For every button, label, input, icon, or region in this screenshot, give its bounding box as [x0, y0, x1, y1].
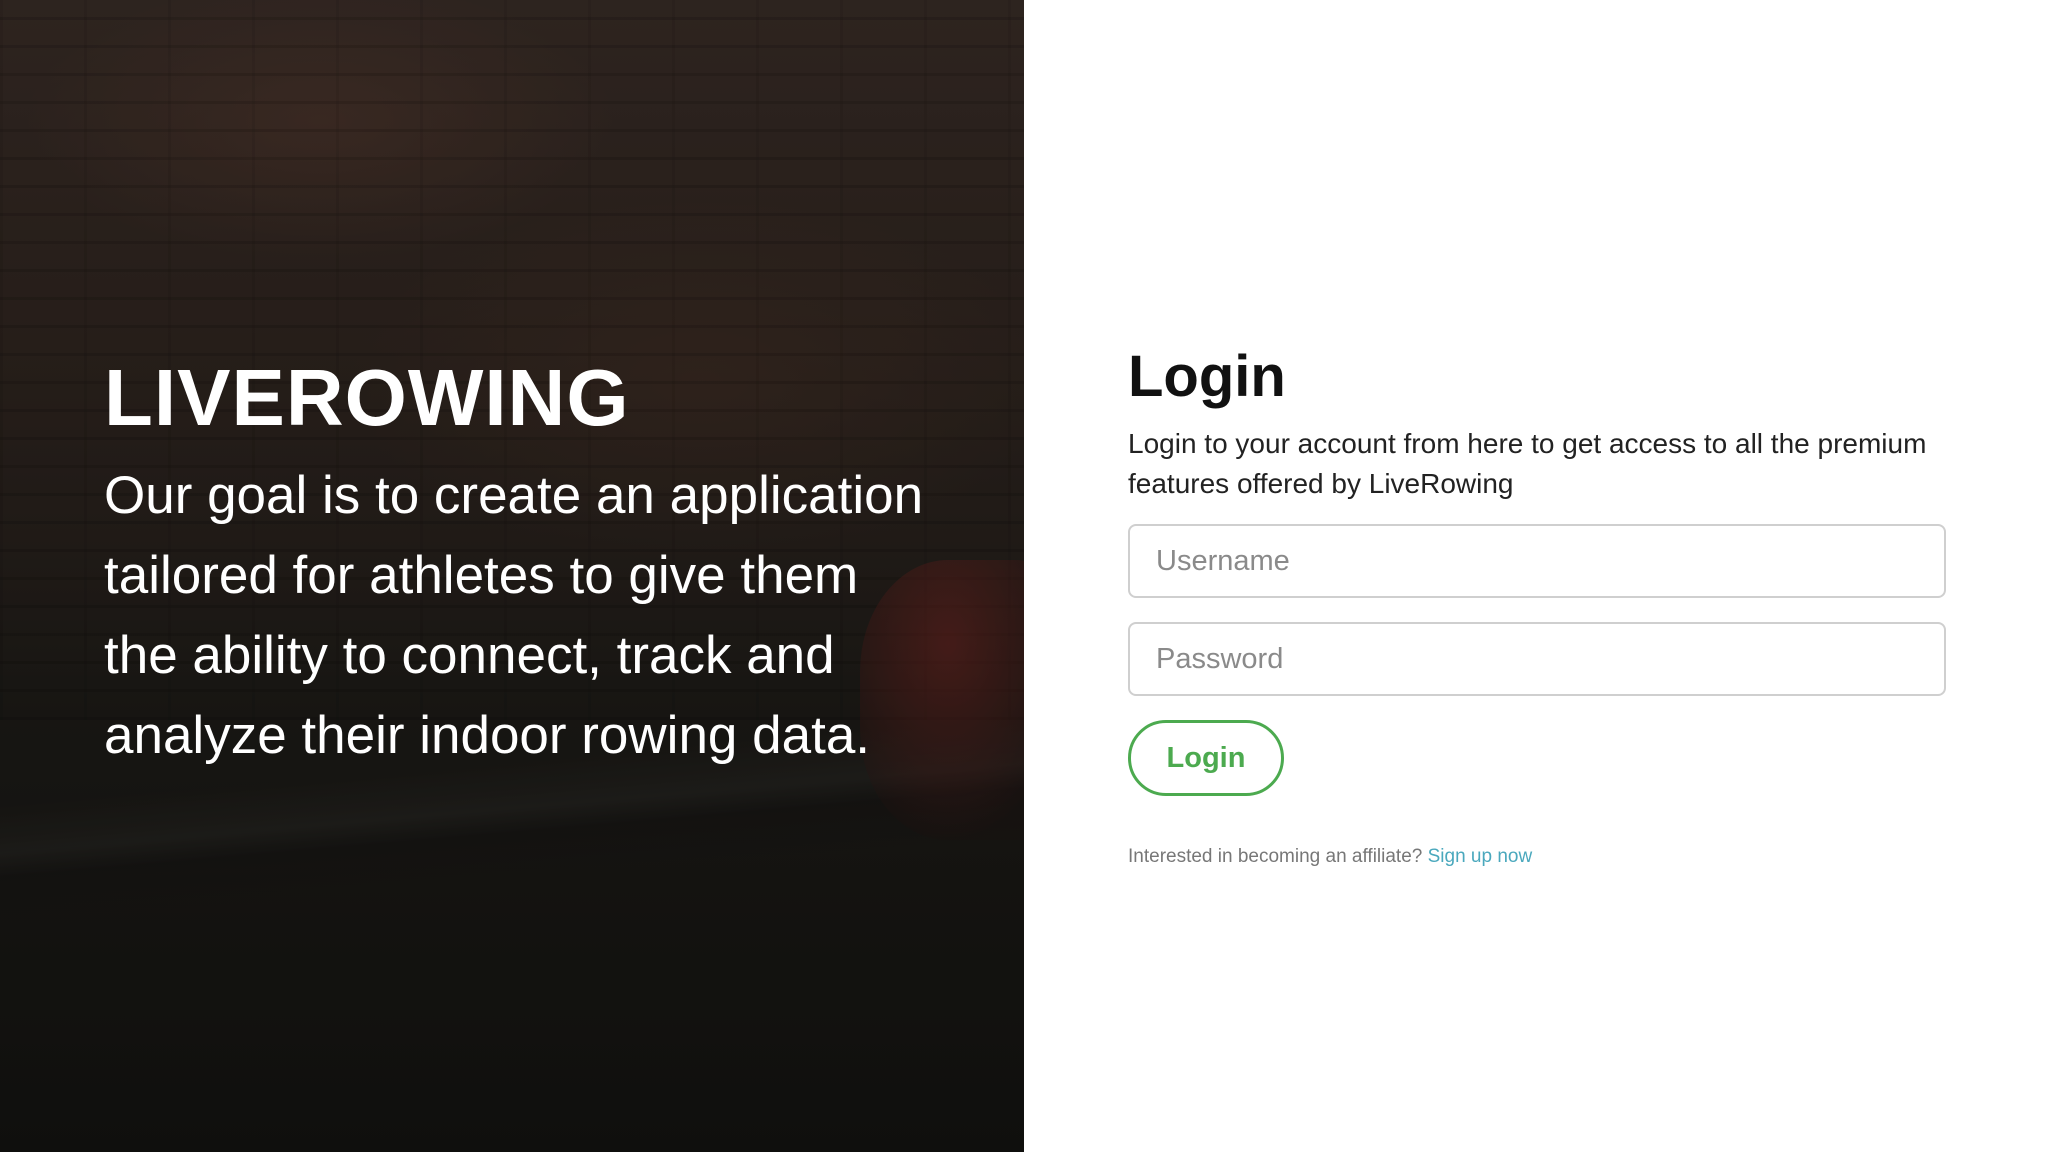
brand-title: LIVEROWING: [104, 353, 630, 442]
login-description: Login to your account from here to get a…: [1128, 428, 1927, 499]
login-page: LIVEROWING Our goal is to create an appl…: [0, 0, 2048, 1152]
password-input[interactable]: [1128, 622, 1946, 696]
hero-panel: LIVEROWING Our goal is to create an appl…: [0, 0, 1024, 1152]
login-form: Login Login to your account from here to…: [1128, 342, 1946, 868]
login-button[interactable]: Login: [1128, 720, 1284, 796]
username-input[interactable]: [1128, 524, 1946, 598]
hero-content: LIVEROWING Our goal is to create an appl…: [104, 350, 924, 776]
mission-statement: Our goal is to create an application tai…: [104, 466, 924, 765]
affiliate-prompt: Interested in becoming an affiliate? Sig…: [1128, 846, 1946, 868]
login-panel: Login Login to your account from here to…: [1024, 0, 2048, 1152]
login-heading: Login: [1128, 344, 1286, 409]
affiliate-signup-link[interactable]: Sign up now: [1428, 846, 1533, 867]
affiliate-text: Interested in becoming an affiliate?: [1128, 846, 1423, 867]
